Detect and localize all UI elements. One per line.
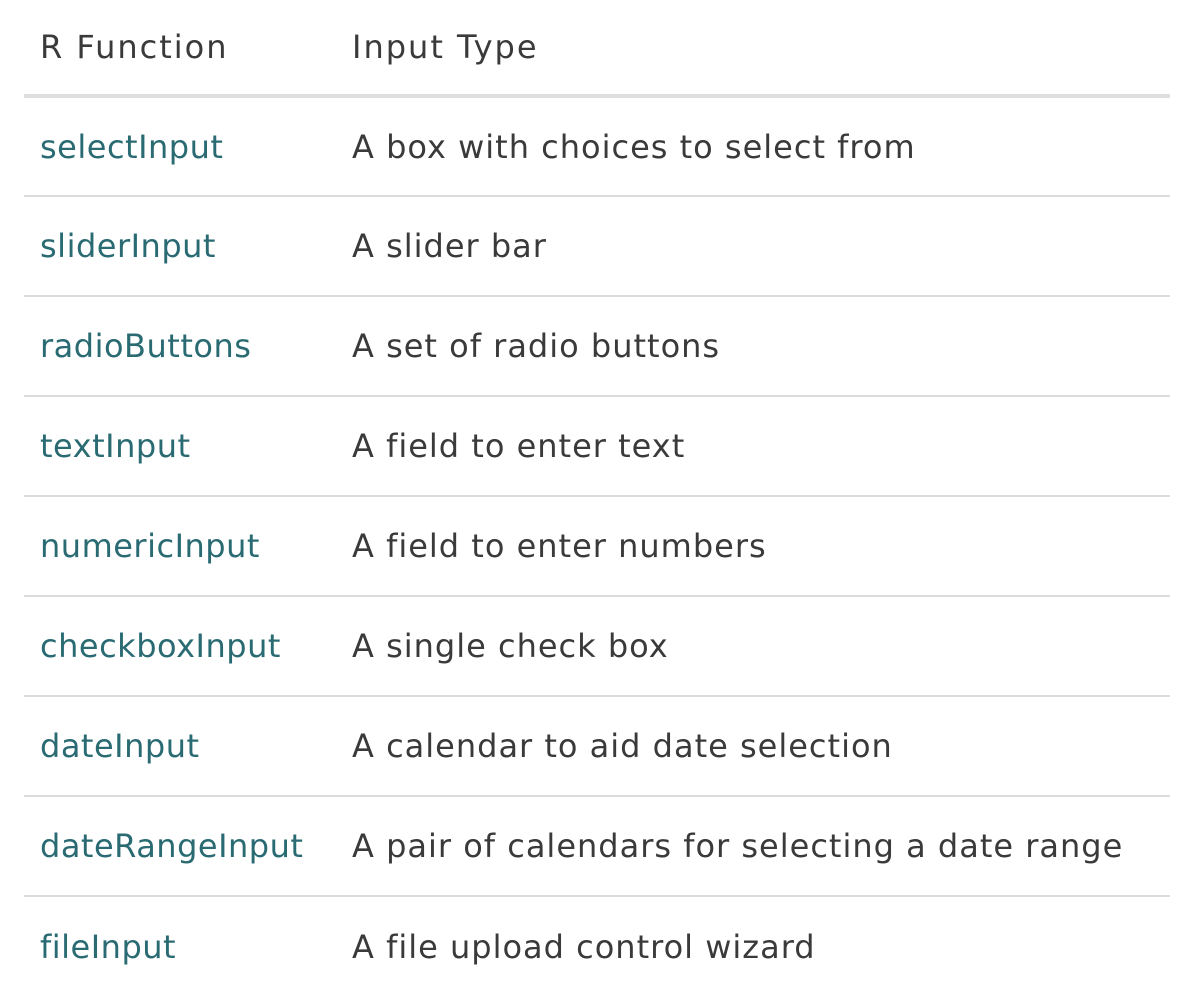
function-name: fileInput	[40, 927, 177, 966]
function-name: radioButtons	[24, 296, 336, 397]
table-row: dateRangeInput A pair of calendars for s…	[24, 796, 1170, 897]
header-r-function: R Function	[24, 0, 336, 98]
input-type-description: A calendar to aid date selection	[336, 696, 1170, 797]
input-type-description: A single check box	[336, 596, 1170, 697]
input-type-description: A slider bar	[336, 196, 1170, 297]
input-type-description: A box with choices to select from	[336, 96, 1170, 197]
table-row: sliderInput A slider bar	[24, 196, 1170, 297]
function-name: numericInput	[24, 496, 336, 597]
input-type-description: A file upload control wizard	[352, 927, 816, 966]
function-name: textInput	[24, 396, 336, 497]
table-row: fileInput A file upload control wizard	[24, 896, 1170, 996]
input-type-description: A field to enter text	[336, 396, 1170, 497]
table-row: dateInput A calendar to aid date selecti…	[24, 696, 1170, 797]
function-name: sliderInput	[24, 196, 336, 297]
inputs-table: R Function Input Type selectInput A box …	[24, 0, 1170, 996]
table-row: textInput A field to enter text	[24, 396, 1170, 497]
header-input-type: Input Type	[336, 0, 1170, 98]
table-row: checkboxInput A single check box	[24, 596, 1170, 697]
function-name: checkboxInput	[24, 596, 336, 697]
input-type-description: A field to enter numbers	[336, 496, 1170, 597]
function-name: selectInput	[24, 96, 336, 197]
input-type-description: A pair of calendars for selecting a date…	[336, 796, 1170, 897]
table-header-row: R Function Input Type	[24, 0, 1170, 98]
table-row: radioButtons A set of radio buttons	[24, 296, 1170, 397]
table-row: numericInput A field to enter numbers	[24, 496, 1170, 597]
table-row: selectInput A box with choices to select…	[24, 96, 1170, 197]
function-name: dateInput	[24, 696, 336, 797]
inputs-table-container: R Function Input Type selectInput A box …	[24, 0, 1170, 996]
input-type-description: A set of radio buttons	[336, 296, 1170, 397]
function-name: dateRangeInput	[24, 796, 336, 897]
